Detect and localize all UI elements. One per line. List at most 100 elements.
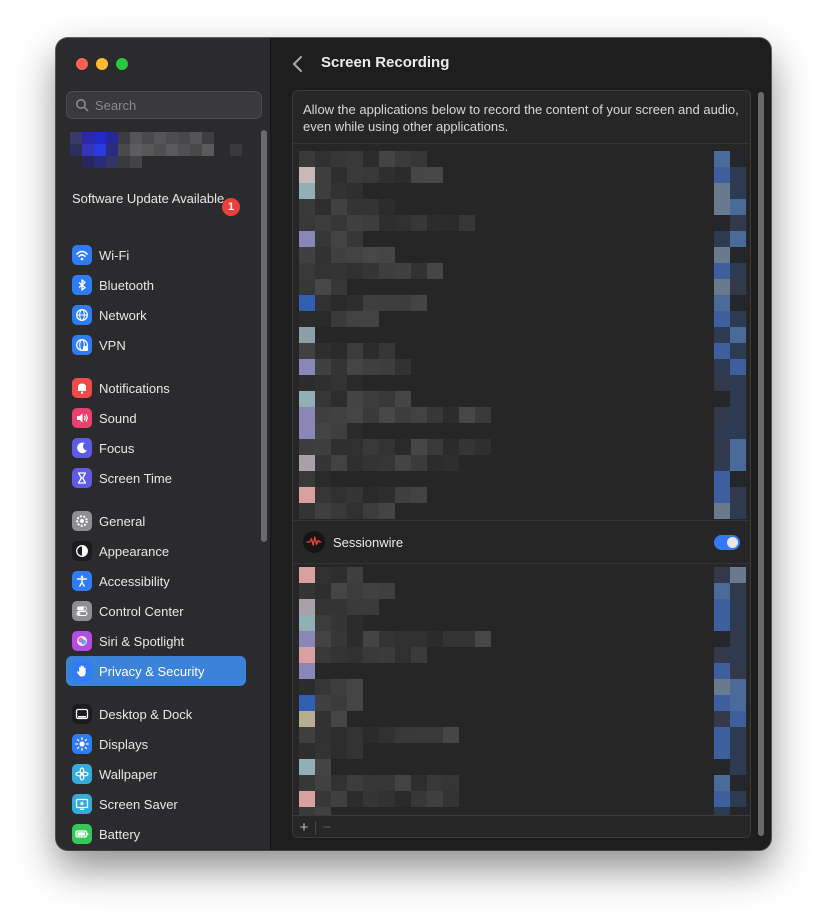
sidebar-item-screen-time[interactable]: Screen Time — [66, 463, 246, 493]
avatar-pixel — [94, 144, 106, 156]
apple-account-avatar[interactable] — [70, 132, 246, 172]
redacted-pixel — [299, 663, 315, 679]
zoom-window-button[interactable] — [116, 58, 128, 70]
redacted-pixel — [395, 151, 411, 167]
redacted-pixel — [347, 231, 363, 247]
redacted-toggle-pixel — [714, 599, 746, 615]
remove-app-button[interactable]: − — [316, 817, 338, 838]
redacted-toggle-pixel — [714, 631, 746, 647]
redacted-pixel — [427, 455, 443, 471]
software-update-label[interactable]: Software Update Available — [72, 191, 242, 207]
main-scrollbar[interactable] — [758, 92, 764, 836]
redacted-pixel — [315, 503, 331, 519]
sidebar-item-notifications[interactable]: Notifications — [66, 373, 246, 403]
redacted-pixel — [395, 263, 411, 279]
wifi-icon — [72, 245, 92, 265]
sidebar-item-label: Control Center — [99, 603, 184, 619]
redacted-pixel — [331, 711, 347, 727]
sidebar-scrollbar[interactable] — [261, 130, 267, 542]
redacted-toggle-pixel — [714, 775, 746, 791]
redacted-pixel — [299, 695, 315, 711]
sidebar-item-network[interactable]: Network — [66, 300, 246, 330]
avatar-pixel — [118, 156, 130, 168]
redacted-pixel — [411, 775, 427, 791]
redacted-toggle-pixel — [714, 759, 746, 775]
redacted-pixel — [443, 407, 459, 423]
close-window-button[interactable] — [76, 58, 88, 70]
redacted-pixel — [379, 247, 395, 263]
sidebar-item-control-center[interactable]: Control Center — [66, 596, 246, 626]
avatar-pixel — [94, 132, 106, 144]
redacted-pixel — [379, 359, 395, 375]
sidebar-item-accessibility[interactable]: Accessibility — [66, 566, 246, 596]
avatar-pixel — [70, 144, 82, 156]
sidebar-item-label: Focus — [99, 440, 135, 456]
redacted-pixel — [299, 791, 315, 807]
redacted-pixel — [331, 295, 347, 311]
sidebar-item-displays[interactable]: Displays — [66, 729, 246, 759]
sidebar-item-wallpaper[interactable]: Wallpaper — [66, 759, 246, 789]
redacted-pixel — [299, 215, 315, 231]
sidebar-item-label: Displays — [99, 736, 149, 752]
speaker-icon — [72, 408, 92, 428]
sidebar-item-battery[interactable]: Battery — [66, 819, 246, 849]
redacted-toggle-pixel — [714, 711, 746, 727]
redacted-pixel — [299, 455, 315, 471]
sidebar-item-privacy-and-security[interactable]: Privacy & Security — [66, 656, 246, 686]
gear-icon — [72, 511, 92, 531]
redacted-pixel — [427, 727, 443, 743]
sidebar-item-sound[interactable]: Sound — [66, 403, 246, 433]
redacted-pixel — [411, 487, 427, 503]
sessionwire-toggle[interactable] — [714, 535, 740, 550]
sidebar-item-label: VPN — [99, 337, 126, 353]
sidebar-item-focus[interactable]: Focus — [66, 433, 246, 463]
sidebar-item-siri-and-spotlight[interactable]: Siri & Spotlight — [66, 626, 246, 656]
redacted-pixel — [395, 631, 411, 647]
redacted-toggle-pixel — [714, 567, 746, 583]
sidebar-item-general[interactable]: General — [66, 506, 246, 536]
sidebar-item-bluetooth[interactable]: Bluetooth — [66, 270, 246, 300]
app-list-panel: Allow the applications below to record t… — [292, 90, 751, 838]
redacted-pixel — [299, 279, 315, 295]
redacted-pixel — [315, 183, 331, 199]
redacted-pixel — [427, 631, 443, 647]
sidebar-item-wi-fi[interactable]: Wi-Fi — [66, 240, 246, 270]
page-title: Screen Recording — [321, 54, 450, 71]
redacted-pixel — [379, 791, 395, 807]
search-field[interactable] — [66, 91, 262, 119]
divider — [293, 143, 750, 144]
redacted-pixel — [347, 775, 363, 791]
sidebar-item-label: Bluetooth — [99, 277, 154, 293]
sidebar-item-screen-saver[interactable]: Screen Saver — [66, 789, 246, 819]
sessionwire-app-icon — [303, 531, 325, 553]
sidebar-item-desktop-and-dock[interactable]: Desktop & Dock — [66, 699, 246, 729]
avatar-pixel — [166, 132, 178, 144]
redacted-pixel — [363, 343, 379, 359]
add-app-button[interactable]: + — [293, 817, 315, 838]
redacted-pixel — [331, 359, 347, 375]
moon-icon — [72, 438, 92, 458]
sidebar-item-vpn[interactable]: VPN — [66, 330, 246, 360]
back-chevron-icon[interactable] — [290, 54, 306, 74]
sidebar-item-appearance[interactable]: Appearance — [66, 536, 246, 566]
redacted-pixel — [411, 407, 427, 423]
avatar-pixel — [202, 132, 214, 144]
redacted-pixel — [395, 215, 411, 231]
redacted-pixel — [331, 455, 347, 471]
sidebar-item-label: Wallpaper — [99, 766, 158, 782]
search-input[interactable] — [95, 97, 255, 113]
redacted-pixel — [315, 263, 331, 279]
redacted-pixel — [299, 231, 315, 247]
redacted-pixel — [363, 583, 379, 599]
redacted-toggle-pixel — [714, 391, 746, 407]
redacted-pixel — [459, 439, 475, 455]
avatar-pixel — [142, 132, 154, 144]
avatar-pixel — [118, 144, 130, 156]
minimize-window-button[interactable] — [96, 58, 108, 70]
sidebar-item-label: Siri & Spotlight — [99, 633, 185, 649]
redacted-toggle-pixel — [714, 439, 746, 455]
app-row-sessionwire[interactable]: Sessionwire — [293, 520, 750, 564]
sun-icon — [72, 734, 92, 754]
sidebar-item-label: Appearance — [99, 543, 170, 559]
redacted-pixel — [299, 391, 315, 407]
